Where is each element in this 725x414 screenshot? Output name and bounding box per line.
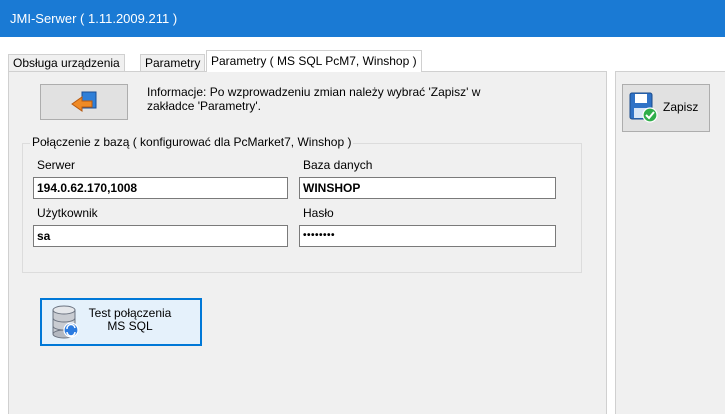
save-button-label: Zapisz xyxy=(663,100,699,114)
tab-obsluga-urzadzenia[interactable]: Obsługa urządzenia xyxy=(8,54,125,72)
database-input[interactable]: WINSHOP xyxy=(299,177,556,199)
connection-group-legend: Połączenie z bazą ( konfigurować dla PcM… xyxy=(30,135,354,149)
tab-parametry-ms-sql[interactable]: Parametry ( MS SQL PcM7, Winshop ) xyxy=(206,50,422,72)
window-title: JMI-Serwer ( 1.11.2009.211 ) xyxy=(10,11,178,26)
user-input[interactable]: sa xyxy=(33,225,288,247)
tab-parametry[interactable]: Parametry xyxy=(140,54,206,72)
database-label: Baza danych xyxy=(303,158,373,172)
floppy-save-icon xyxy=(629,92,659,127)
server-input[interactable]: 194.0.62.170,1008 xyxy=(33,177,288,199)
info-text: Informacje: Po wzprowadzeniu zmian należ… xyxy=(147,85,481,113)
back-arrow-icon xyxy=(70,90,100,117)
test-connection-label: Test połączenia MS SQL xyxy=(88,306,172,333)
password-input[interactable]: •••••••• xyxy=(299,225,556,247)
title-bar: JMI-Serwer ( 1.11.2009.211 ) xyxy=(0,0,725,37)
save-button[interactable]: Zapisz xyxy=(622,84,710,132)
back-button[interactable] xyxy=(40,84,128,120)
database-icon xyxy=(50,304,80,343)
user-label: Użytkownik xyxy=(37,206,98,220)
connection-group xyxy=(22,143,582,273)
password-label: Hasło xyxy=(303,206,334,220)
server-label: Serwer xyxy=(37,158,76,172)
